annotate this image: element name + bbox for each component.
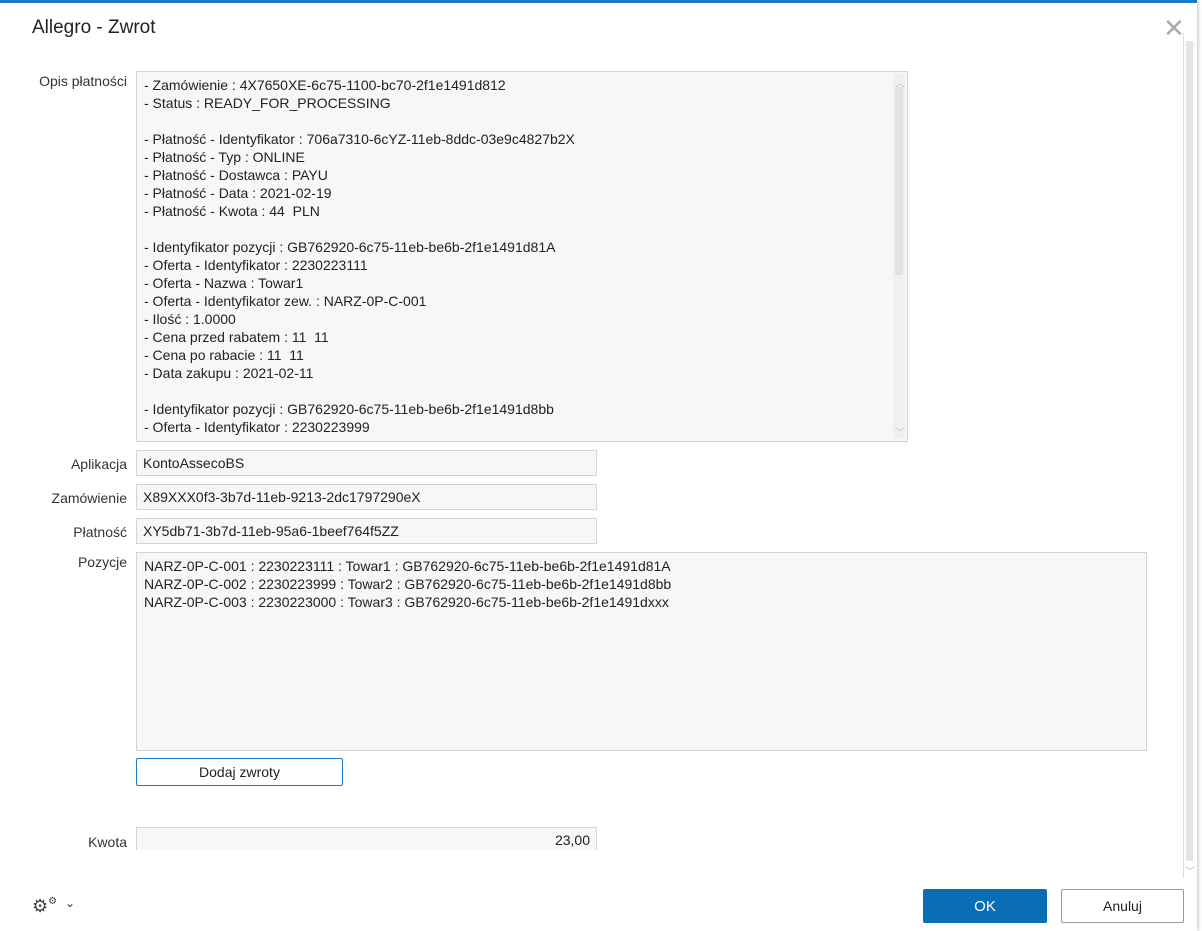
text-line: NARZ-0P-C-001 : 2230223111 : Towar1 : GB…: [144, 558, 671, 574]
text-line: - Identyfikator pozycji : GB762920-6c75-…: [144, 239, 556, 255]
refund-dialog: Allegro - Zwrot ✕ Opis płatności - Zamów…: [0, 0, 1197, 931]
text-line: - Oferta - Identyfikator : 2230223999: [144, 419, 370, 435]
text-line: - Oferta - Identyfikator : 2230223111: [144, 257, 368, 273]
text-line: - Data zakupu : 2021-02-11: [144, 365, 314, 381]
cancel-button[interactable]: Anuluj: [1061, 889, 1184, 923]
text-line: - Płatność - Data : 2021-02-19: [144, 185, 332, 201]
text-line: NARZ-0P-C-003 : 2230223000 : Towar3 : GB…: [144, 594, 669, 610]
text-line: [144, 382, 900, 400]
chevron-down-icon[interactable]: ⌄: [65, 896, 75, 910]
text-line: - Oferta - Nazwa : Towar1: [144, 275, 304, 291]
kwota-label: Kwota: [88, 834, 127, 850]
pozycje-textarea[interactable]: NARZ-0P-C-001 : 2230223111 : Towar1 : GB…: [136, 552, 1147, 751]
text-line: - Zamówienie : 4X7650XE-6c75-1100-bc70-2…: [144, 77, 506, 93]
add-returns-button[interactable]: Dodaj zwroty: [136, 758, 343, 786]
ok-button[interactable]: OK: [923, 889, 1047, 923]
platnosc-field[interactable]: XY5db71-3b7d-11eb-95a6-1beef764f5ZZ: [136, 518, 597, 544]
text-line: NARZ-0P-C-002 : 2230223999 : Towar2 : GB…: [144, 576, 672, 592]
pozycje-label: Pozycje: [77, 554, 127, 570]
zamowienie-label: Zamówienie: [51, 490, 127, 506]
text-line: - Identyfikator pozycji : GB762920-6c75-…: [144, 401, 554, 417]
close-icon[interactable]: ✕: [1163, 15, 1185, 41]
text-line: - Cena przed rabatem : 11 11: [144, 329, 329, 345]
scroll-down-icon[interactable]: ﹀: [895, 424, 905, 439]
text-line: - Cena po rabacie : 11 11: [144, 347, 304, 363]
text-line: - Płatność - Kwota : 44 PLN: [144, 203, 320, 219]
dialog-scroll-thumb[interactable]: [1186, 41, 1193, 861]
description-scrollbar[interactable]: ︿ ﹀: [893, 73, 905, 439]
zamowienie-field[interactable]: X89XXX0f3-3b7d-11eb-9213-2dc1797290eX: [136, 484, 597, 510]
text-line: - Ilość : 1.0000: [144, 311, 236, 327]
scroll-down-icon[interactable]: ﹀: [1185, 863, 1195, 878]
opis-label: Opis płatności: [39, 73, 127, 89]
dialog-scrollbar[interactable]: ︿ ﹀: [1183, 33, 1195, 878]
kwota-field[interactable]: 23,00: [136, 827, 597, 850]
text-line: - Oferta - Identyfikator zew. : NARZ-0P-…: [144, 293, 427, 309]
scroll-thumb[interactable]: [895, 87, 903, 275]
platnosc-label: Płatność: [73, 524, 127, 540]
text-line: - Status : READY_FOR_PROCESSING: [144, 95, 391, 111]
aplikacja-label: Aplikacja: [70, 456, 127, 472]
text-line: [144, 220, 900, 238]
text-line: - Płatność - Identyfikator : 706a7310-6c…: [144, 131, 575, 147]
text-line: [144, 112, 900, 130]
settings-gear-icon[interactable]: ⚙⚙: [32, 896, 57, 917]
aplikacja-field[interactable]: KontoAssecoBS: [136, 450, 597, 476]
text-line: - Płatność - Typ : ONLINE: [144, 149, 305, 165]
dialog-title: Allegro - Zwrot: [32, 17, 156, 38]
payment-description-textarea[interactable]: - Zamówienie : 4X7650XE-6c75-1100-bc70-2…: [136, 71, 908, 442]
text-line: - Płatność - Dostawca : PAYU: [144, 167, 328, 183]
